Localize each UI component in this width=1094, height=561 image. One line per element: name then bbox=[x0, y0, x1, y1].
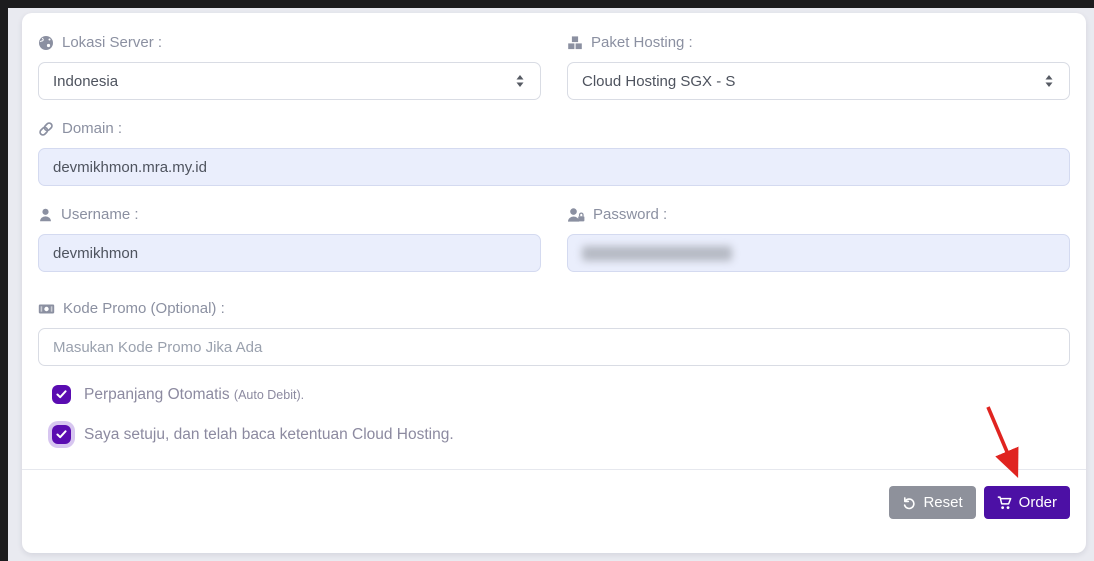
kode-promo-input[interactable] bbox=[38, 328, 1070, 366]
shopping-cart-icon bbox=[997, 495, 1012, 509]
money-bill-icon bbox=[38, 304, 55, 313]
reset-button[interactable]: Reset bbox=[889, 486, 976, 519]
form-footer: Reset Order bbox=[22, 469, 1086, 519]
lokasi-server-selected-value: Indonesia bbox=[53, 72, 119, 90]
paket-hosting-selected-value: Cloud Hosting SGX - S bbox=[582, 72, 736, 90]
auto-renew-label: Perpanjang Otomatis (Auto Debit). bbox=[84, 385, 305, 403]
username-group: Username : bbox=[38, 205, 541, 272]
order-button-label: Order bbox=[1018, 494, 1057, 511]
domain-label-text: Domain : bbox=[62, 120, 123, 137]
link-icon bbox=[39, 121, 53, 136]
domain-label: Domain : bbox=[38, 119, 1070, 138]
password-label: Password : bbox=[567, 205, 1070, 224]
agree-terms-row: Saya setuju, dan telah baca ketentuan Cl… bbox=[52, 425, 1070, 444]
paket-hosting-group: Paket Hosting : Cloud Hosting SGX - S bbox=[567, 33, 1070, 100]
password-label-text: Password : bbox=[593, 206, 668, 223]
order-button[interactable]: Order bbox=[983, 486, 1070, 519]
agree-terms-checkbox[interactable] bbox=[52, 425, 71, 444]
screenshot-frame-top bbox=[0, 0, 1094, 8]
sort-arrows-icon bbox=[516, 75, 524, 87]
sort-arrows-icon bbox=[1045, 75, 1053, 87]
user-lock-icon bbox=[568, 207, 585, 222]
auto-renew-checkbox[interactable] bbox=[52, 385, 71, 404]
checkmark-icon bbox=[56, 430, 67, 439]
password-group: Password : bbox=[567, 205, 1070, 272]
cubes-icon bbox=[567, 35, 583, 50]
lokasi-server-label-text: Lokasi Server : bbox=[62, 34, 163, 51]
paket-hosting-label-text: Paket Hosting : bbox=[591, 34, 693, 51]
kode-promo-label-text: Kode Promo (Optional) : bbox=[63, 300, 225, 317]
globe-asia-icon bbox=[39, 35, 53, 50]
username-label-text: Username : bbox=[61, 206, 139, 223]
screenshot-frame-left bbox=[0, 0, 8, 561]
lokasi-server-label: Lokasi Server : bbox=[38, 33, 541, 52]
paket-hosting-select[interactable]: Cloud Hosting SGX - S bbox=[567, 62, 1070, 100]
agree-terms-label: Saya setuju, dan telah baca ketentuan Cl… bbox=[84, 425, 454, 443]
paket-hosting-label: Paket Hosting : bbox=[567, 33, 1070, 52]
domain-group: Domain : bbox=[38, 119, 1070, 186]
user-icon bbox=[40, 208, 51, 221]
checkmark-icon bbox=[56, 390, 67, 399]
lokasi-server-group: Lokasi Server : Indonesia bbox=[38, 33, 541, 100]
username-label: Username : bbox=[38, 205, 541, 224]
kode-promo-label: Kode Promo (Optional) : bbox=[38, 299, 1070, 318]
lokasi-server-select[interactable]: Indonesia bbox=[38, 62, 541, 100]
username-input[interactable] bbox=[38, 234, 541, 272]
domain-input[interactable] bbox=[38, 148, 1070, 186]
blurred-password-value bbox=[582, 245, 732, 261]
password-input[interactable] bbox=[567, 234, 1070, 272]
undo-icon bbox=[904, 496, 916, 509]
kode-promo-group: Kode Promo (Optional) : bbox=[38, 299, 1070, 366]
order-form-card: Lokasi Server : Indonesia Paket Hosting … bbox=[22, 13, 1086, 553]
auto-renew-row: Perpanjang Otomatis (Auto Debit). bbox=[52, 385, 1070, 404]
reset-button-label: Reset bbox=[923, 494, 963, 511]
auto-renew-sublabel: (Auto Debit). bbox=[233, 387, 305, 402]
